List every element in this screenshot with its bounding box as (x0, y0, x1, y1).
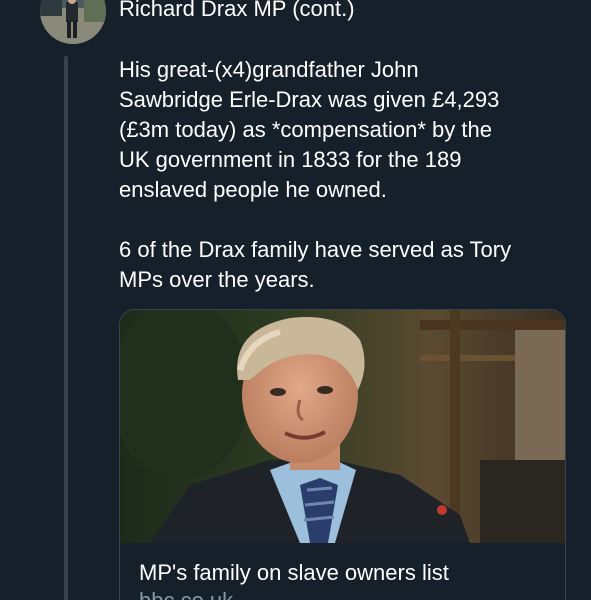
link-preview-card[interactable]: MP's family on slave owners list bbc.co.… (119, 309, 566, 600)
avatar-photo (40, 0, 106, 44)
tweet-line: (£3m today) as *compensation* by the (119, 117, 492, 142)
tweet-line: 6 of the Drax family have served as Tory (119, 237, 512, 262)
tweet-line: enslaved people he owned. (119, 177, 387, 202)
link-preview-image (120, 310, 565, 543)
thread-connector-line (64, 56, 68, 600)
avatar[interactable] (40, 0, 106, 44)
tweet-line: Sawbridge Erle-Drax was given £4,293 (119, 87, 500, 112)
news-photo (120, 310, 565, 543)
tweet-line: His great-(x4)grandfather John (119, 57, 419, 82)
tweet-line: MPs over the years. (119, 267, 315, 292)
tweet-header: Richard Drax MP (cont.) (119, 0, 355, 21)
tweet-paragraph-2: 6 of the Drax family have served as Tory… (119, 235, 579, 295)
tweet-paragraph-1: His great-(x4)grandfather John Sawbridge… (119, 55, 579, 205)
link-preview-title[interactable]: MP's family on slave owners list (139, 559, 449, 587)
link-preview-domain: bbc.co.uk (139, 587, 233, 600)
tweet-line: UK government in 1833 for the 189 (119, 147, 462, 172)
